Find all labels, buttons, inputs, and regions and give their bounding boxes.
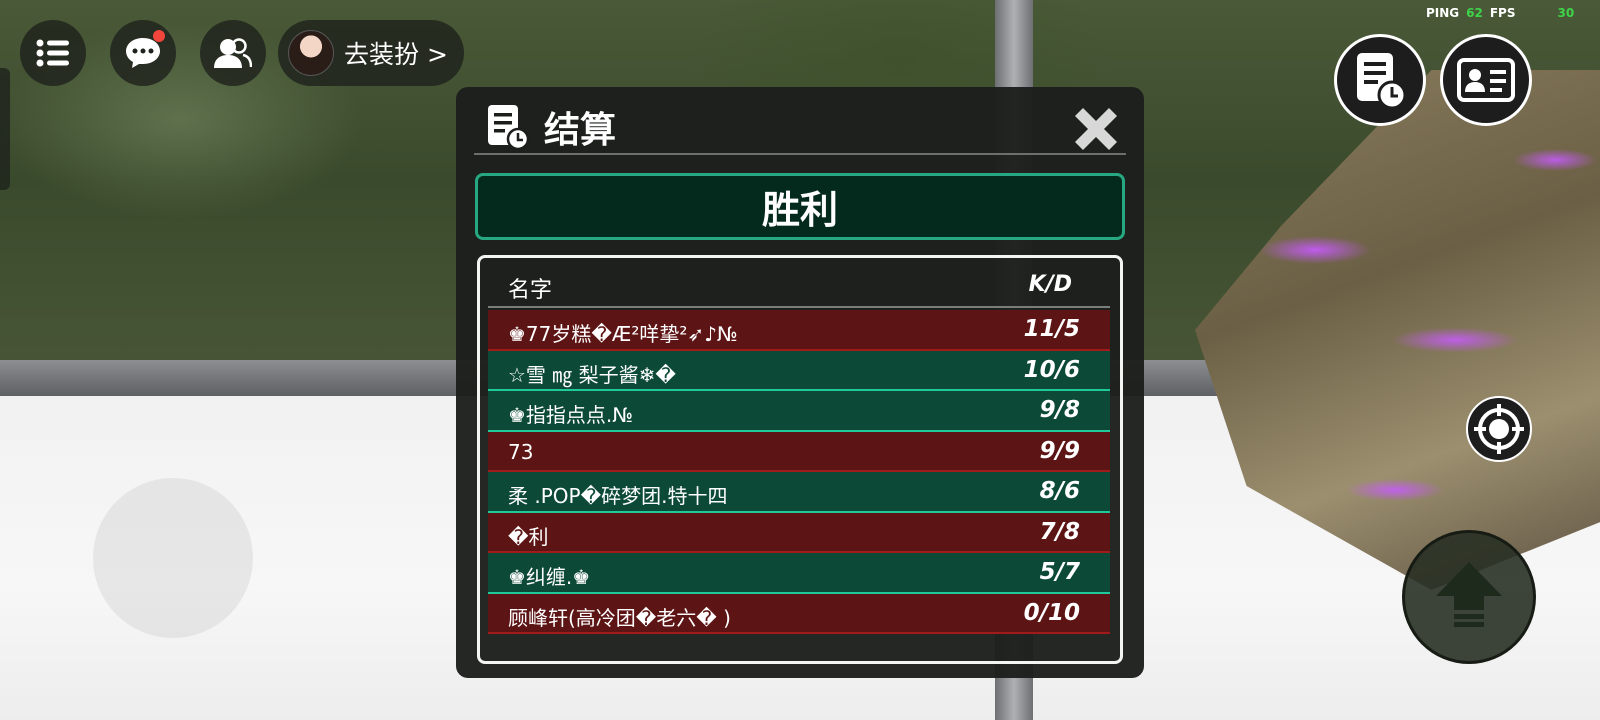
result-text: 胜利 <box>761 188 838 232</box>
notification-dot <box>153 30 165 42</box>
settlement-dialog: 结算 胜利 名字 K/D ♚77岁糕�Æ²咩挚²➶♪№ 11/5 ☆雪 ㎎ 梨子酱❄… <box>456 87 1144 678</box>
fps-label: FPS <box>1489 6 1516 20</box>
avatar <box>288 30 334 76</box>
player-kd: 0/10 <box>1023 599 1080 626</box>
player-name: 柔 .POP�碎梦团.特十四 <box>508 484 728 508</box>
player-kd: 11/5 <box>1023 316 1080 342</box>
side-panel-tab[interactable] <box>0 68 10 190</box>
dress-up-button[interactable]: 去装扮 > <box>278 20 464 86</box>
table-row: �利 7/8 <box>488 512 1110 553</box>
table-row: ♚指指点点.№ 9/8 <box>488 391 1110 432</box>
table-row: 顾峰轩(高冷团�老六� ) 0/10 <box>488 593 1110 634</box>
player-kd: 5/7 <box>1039 559 1080 585</box>
fps-value: 30 <box>1557 6 1575 20</box>
report-icon <box>488 105 530 150</box>
player-name: 73 <box>508 439 534 464</box>
jump-button[interactable] <box>1402 530 1536 664</box>
network-stats: PING 62 FPS 30 <box>1426 6 1574 20</box>
ping-value: 62 <box>1466 6 1483 20</box>
table-row: 柔 .POP�碎梦团.特十四 8/6 <box>488 472 1110 513</box>
player-kd: 8/6 <box>1039 478 1080 504</box>
player-name: ♚纠缠.♚ <box>508 565 591 589</box>
table-row: ♚纠缠.♚ 5/7 <box>488 553 1110 594</box>
list-icon <box>36 39 69 67</box>
player-kd: 9/9 <box>1039 437 1080 464</box>
friends-button[interactable] <box>200 20 266 86</box>
column-kd: K/D <box>1028 272 1072 297</box>
chat-button[interactable] <box>110 20 176 86</box>
friends-icon <box>214 38 252 68</box>
ping-label: PING <box>1426 6 1460 20</box>
dialog-header: 结算 <box>474 101 1126 155</box>
dress-up-label: 去装扮 > <box>344 40 448 69</box>
aim-button[interactable] <box>1466 396 1532 462</box>
table-row: ♚77岁糕�Æ²咩挚²➶♪№ 11/5 <box>488 310 1110 351</box>
close-icon <box>1075 108 1117 150</box>
scoreboard: 名字 K/D ♚77岁糕�Æ²咩挚²➶♪№ 11/5 ☆雪 ㎎ 梨子酱❄� 10/6 ♚… <box>477 255 1123 664</box>
arrow-up-icon <box>1436 562 1502 627</box>
player-kd: 7/8 <box>1039 518 1080 545</box>
movement-joystick[interactable] <box>93 478 253 638</box>
player-kd: 9/8 <box>1039 397 1080 423</box>
crosshair-icon <box>1474 404 1524 454</box>
player-name: ☆雪 ㎎ 梨子酱❄� <box>508 362 676 387</box>
id-card-icon <box>1457 58 1515 102</box>
player-name: ♚77岁糕�Æ²咩挚²➶♪№ <box>508 322 738 346</box>
profile-card-button[interactable] <box>1440 34 1532 126</box>
scoreboard-header: 名字 K/D <box>488 266 1110 308</box>
table-row: 73 9/9 <box>488 431 1110 472</box>
scoreboard-rows: ♚77岁糕�Æ²咩挚²➶♪№ 11/5 ☆雪 ㎎ 梨子酱❄� 10/6 ♚指指点点.№ 9… <box>488 310 1110 634</box>
menu-button[interactable] <box>20 20 86 86</box>
player-kd: 10/6 <box>1023 356 1080 383</box>
player-name: 顾峰轩(高冷团�老六� ) <box>508 605 731 630</box>
column-name: 名字 <box>508 278 553 303</box>
result-banner: 胜利 <box>475 173 1125 240</box>
dialog-title: 结算 <box>544 110 617 151</box>
table-row: ☆雪 ㎎ 梨子酱❄� 10/6 <box>488 350 1110 391</box>
player-name: �利 <box>508 524 549 549</box>
close-button[interactable] <box>1068 101 1124 157</box>
report-clock-icon <box>1357 53 1407 109</box>
player-name: ♚指指点点.№ <box>508 403 634 427</box>
match-report-button[interactable] <box>1334 34 1426 126</box>
